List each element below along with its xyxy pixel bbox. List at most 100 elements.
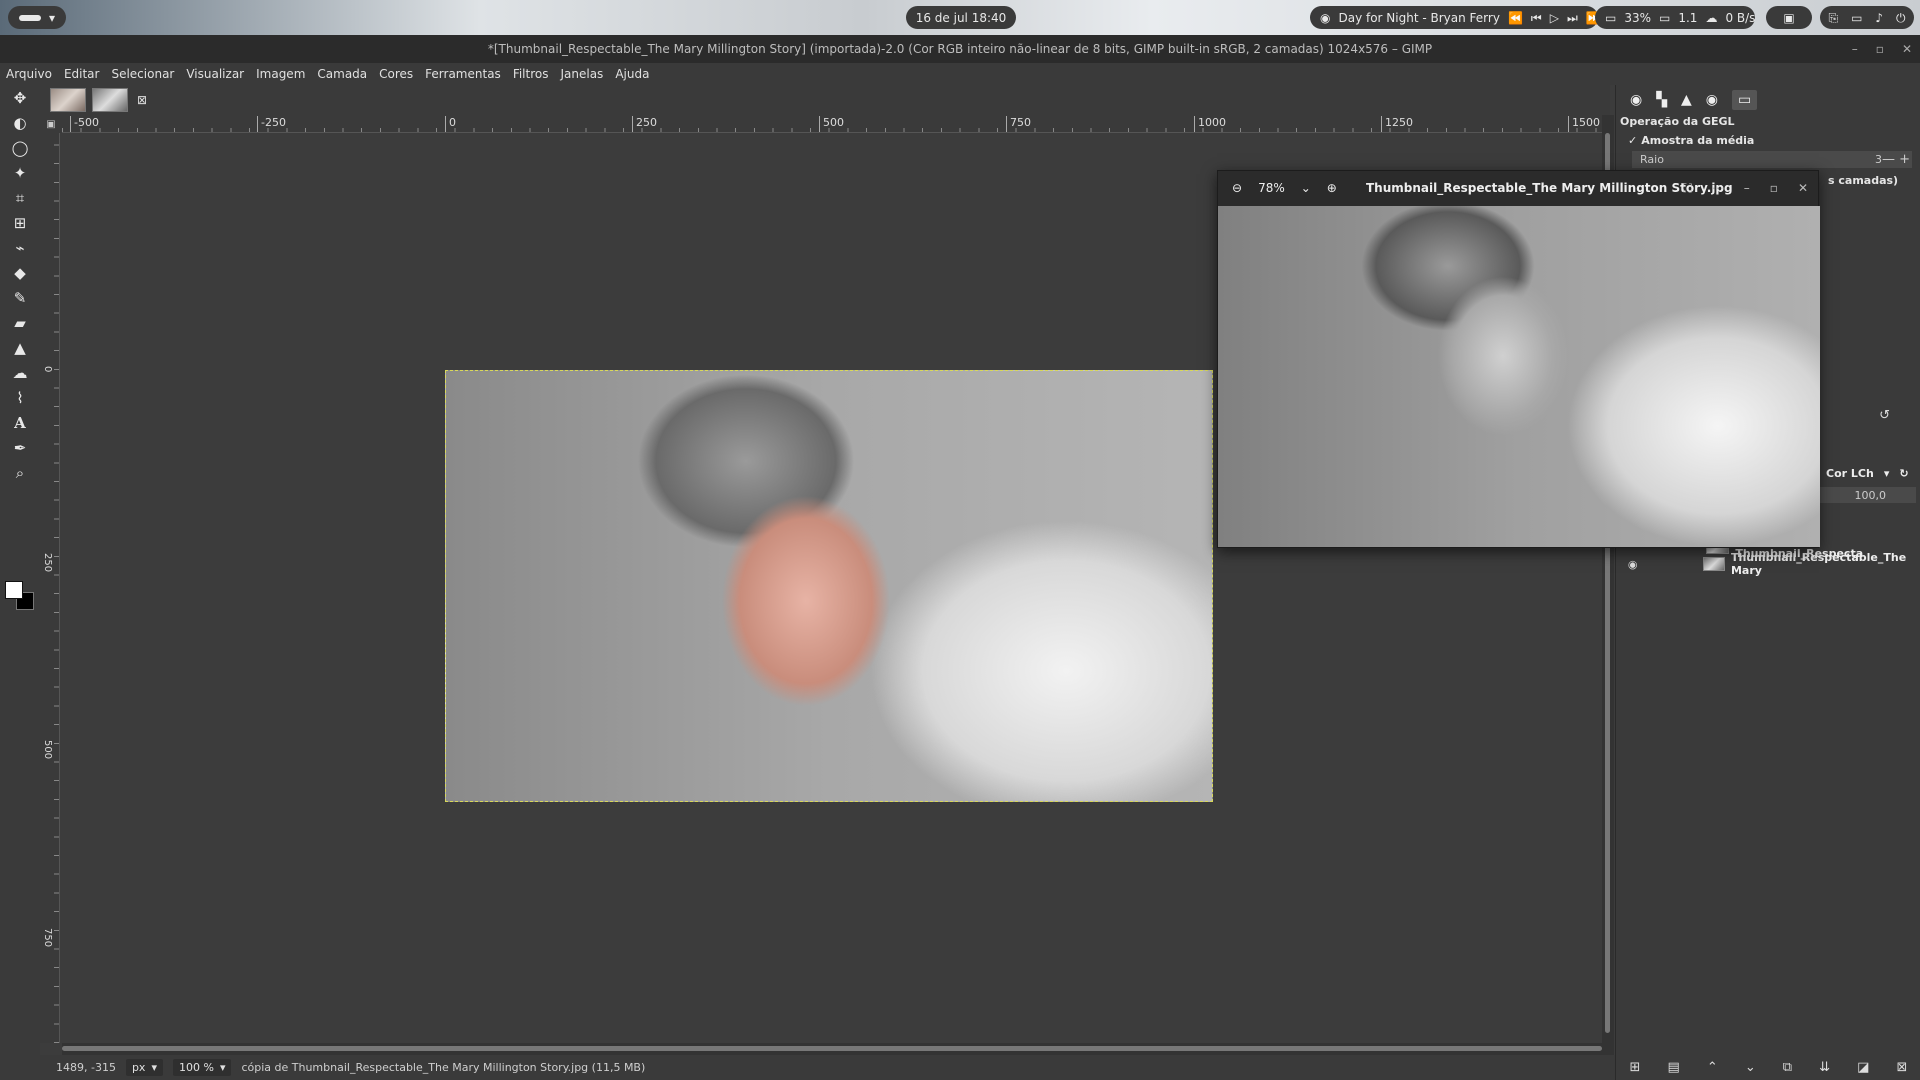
radius-field[interactable]: Raio 3 — + <box>1632 151 1912 168</box>
display-icon[interactable]: ▭ <box>1851 12 1862 24</box>
close-tab-icon[interactable]: ⊠ <box>134 92 150 108</box>
text-icon[interactable]: A <box>0 410 40 435</box>
clipboard-icon[interactable]: ⎘ <box>1828 12 1838 24</box>
minimize-icon[interactable]: – <box>1744 181 1750 196</box>
viewer-image <box>1218 206 1820 547</box>
rewind-icon[interactable]: ⏪ <box>1508 12 1523 24</box>
layer-row[interactable]: ◉ Thumbnail_Respectable_The Mary <box>1622 551 1918 577</box>
menu-filtros[interactable]: Filtros <box>513 67 549 81</box>
reset-icon[interactable]: ↺ <box>1879 408 1890 423</box>
warp-transform-icon[interactable]: ⌁ <box>0 235 40 260</box>
menu-visualizar[interactable]: Visualizar <box>186 67 244 81</box>
undo-tab-icon[interactable]: ▲ <box>1681 92 1692 108</box>
unit-select[interactable]: px ▾ <box>125 1059 163 1076</box>
clone-icon[interactable]: ▲ <box>0 335 40 360</box>
viewer-zoom-controls: ⊖ 78% ⌄ ⊕ <box>1232 181 1337 195</box>
foreground-color[interactable] <box>5 581 23 599</box>
crop-icon[interactable]: ⌗ <box>0 185 40 210</box>
horizontal-scrollbar[interactable] <box>62 1043 1602 1055</box>
warp-icon[interactable]: ◐ <box>0 110 40 135</box>
ruler-label: 500 <box>819 116 844 132</box>
layers-info-fragment: s camadas) <box>1828 174 1899 187</box>
paintbrush-icon[interactable]: ✎ <box>0 285 40 310</box>
clock[interactable]: 16 de jul 18:40 <box>906 6 1016 29</box>
images-tab-icon[interactable]: ◉ <box>1706 92 1718 108</box>
play-icon[interactable]: ▷ <box>1550 12 1559 24</box>
device-status-tab-icon[interactable]: ▚ <box>1656 92 1667 108</box>
new-layer-icon[interactable]: ⊞ <box>1630 1060 1641 1075</box>
paths-icon[interactable]: ⌇ <box>0 385 40 410</box>
ruler-label: 1000 <box>1194 116 1226 132</box>
merge-layer-icon[interactable]: ⇊ <box>1819 1060 1830 1075</box>
tool-options-tab-icon[interactable]: ◉ <box>1630 92 1642 108</box>
color-picker-icon[interactable]: ✒ <box>0 435 40 460</box>
duplicate-layer-icon[interactable]: ⧉ <box>1783 1060 1792 1075</box>
clock-text: 16 de jul 18:40 <box>915 10 1007 25</box>
menu-ajuda[interactable]: Ajuda <box>615 67 649 81</box>
viewer-zoom-value[interactable]: 78% <box>1258 181 1285 195</box>
zoom-in-icon[interactable]: ⊕ <box>1327 181 1337 195</box>
ruler-label: 1250 <box>1381 116 1413 132</box>
menu-janelas[interactable]: Janelas <box>560 67 603 81</box>
image-tab-gray[interactable] <box>92 88 128 112</box>
mask-icon[interactable]: ◪ <box>1857 1060 1869 1075</box>
sample-average-checkbox[interactable]: ✓ Amostra da média <box>1616 131 1920 149</box>
menu-imagem[interactable]: Imagem <box>256 67 305 81</box>
maximize-icon[interactable]: ▫ <box>1770 181 1778 196</box>
color-swatches[interactable] <box>4 581 36 615</box>
transform-icon[interactable]: ⊞ <box>0 210 40 235</box>
load-icon: ▭ <box>1659 10 1671 25</box>
system-tray[interactable]: ⎘ ▭ ♪ ⏻ <box>1820 6 1914 29</box>
activities-button[interactable]: ▾ <box>8 6 66 29</box>
menu-cores[interactable]: Cores <box>379 67 413 81</box>
lower-layer-icon[interactable]: ⌄ <box>1745 1060 1756 1075</box>
move-icon[interactable]: ✥ <box>0 85 40 110</box>
tray-app[interactable]: ▣ <box>1766 6 1812 29</box>
eye-icon[interactable]: ◉ <box>1622 558 1643 571</box>
power-icon[interactable]: ⏻ <box>1896 12 1906 24</box>
system-stats[interactable]: ▭ 33% ▭ 1.1 ☁ 0 B/s <box>1595 6 1755 29</box>
zoom-icon[interactable]: ⌕ <box>0 460 40 485</box>
image-tab-color[interactable] <box>50 88 86 112</box>
bucket-fill-icon[interactable]: ◆ <box>0 260 40 285</box>
media-player[interactable]: ◉ Day for Night - Bryan Ferry ⏪ ⏮ ▷ ⏭ ⏩ <box>1310 6 1601 29</box>
ruler-label: -250 <box>257 116 286 132</box>
switch-icon[interactable]: ↻ <box>1899 467 1908 480</box>
close-icon[interactable]: ✕ <box>1902 42 1912 56</box>
close-icon[interactable]: ✕ <box>1798 181 1808 196</box>
histogram-tab-icon[interactable]: ▭ <box>1732 90 1758 110</box>
menu-ferramentas[interactable]: Ferramentas <box>425 67 501 81</box>
ruler-corner[interactable]: ▣ <box>40 115 62 133</box>
more-icon[interactable]: ⋯ <box>1712 181 1724 196</box>
ruler-label: 1500 <box>1568 116 1600 132</box>
plus-minus-icon[interactable]: — + <box>1882 152 1910 167</box>
layer-mode-select[interactable]: Cor LCh ▾ ↻ <box>1826 467 1916 480</box>
delete-layer-icon[interactable]: ⊠ <box>1896 1060 1907 1075</box>
menu-arquivo[interactable]: Arquivo <box>6 67 52 81</box>
raise-layer-icon[interactable]: ⌃ <box>1707 1060 1718 1075</box>
next-icon[interactable]: ⏭ <box>1567 12 1578 24</box>
fullscreen-icon[interactable]: ⛶ <box>1683 181 1691 196</box>
media-app-icon: ◉ <box>1320 10 1331 25</box>
image-viewer-window[interactable]: ⊖ 78% ⌄ ⊕ Thumbnail_Respectable_The Mary… <box>1217 170 1820 548</box>
chevron-down-icon: ▾ <box>151 1061 157 1074</box>
zoom-out-icon[interactable]: ⊖ <box>1232 181 1242 195</box>
menu-editar[interactable]: Editar <box>64 67 100 81</box>
zoom-select[interactable]: 100 % ▾ <box>172 1059 232 1076</box>
maximize-icon[interactable]: ▫ <box>1876 42 1884 56</box>
previous-icon[interactable]: ⏮ <box>1531 12 1542 24</box>
horizontal-ruler[interactable]: -500 -250 0 250 500 750 1000 1250 1500 <box>62 115 1602 133</box>
volume-icon[interactable]: ♪ <box>1875 12 1883 24</box>
eraser-icon[interactable]: ▰ <box>0 310 40 335</box>
new-group-icon[interactable]: ▤ <box>1668 1060 1680 1075</box>
image-layer[interactable] <box>445 370 1213 802</box>
minimize-icon[interactable]: – <box>1852 42 1858 56</box>
scroll-thumb[interactable] <box>62 1046 1602 1051</box>
menu-camada[interactable]: Camada <box>317 67 367 81</box>
chevron-down-icon[interactable]: ⌄ <box>1301 181 1311 195</box>
menu-selecionar[interactable]: Selecionar <box>111 67 174 81</box>
fuzzy-select-icon[interactable]: ✦ <box>0 160 40 185</box>
lasso-icon[interactable]: ◯ <box>0 135 40 160</box>
smudge-icon[interactable]: ☁ <box>0 360 40 385</box>
vertical-ruler[interactable]: 0 250 500 750 <box>40 133 60 1043</box>
